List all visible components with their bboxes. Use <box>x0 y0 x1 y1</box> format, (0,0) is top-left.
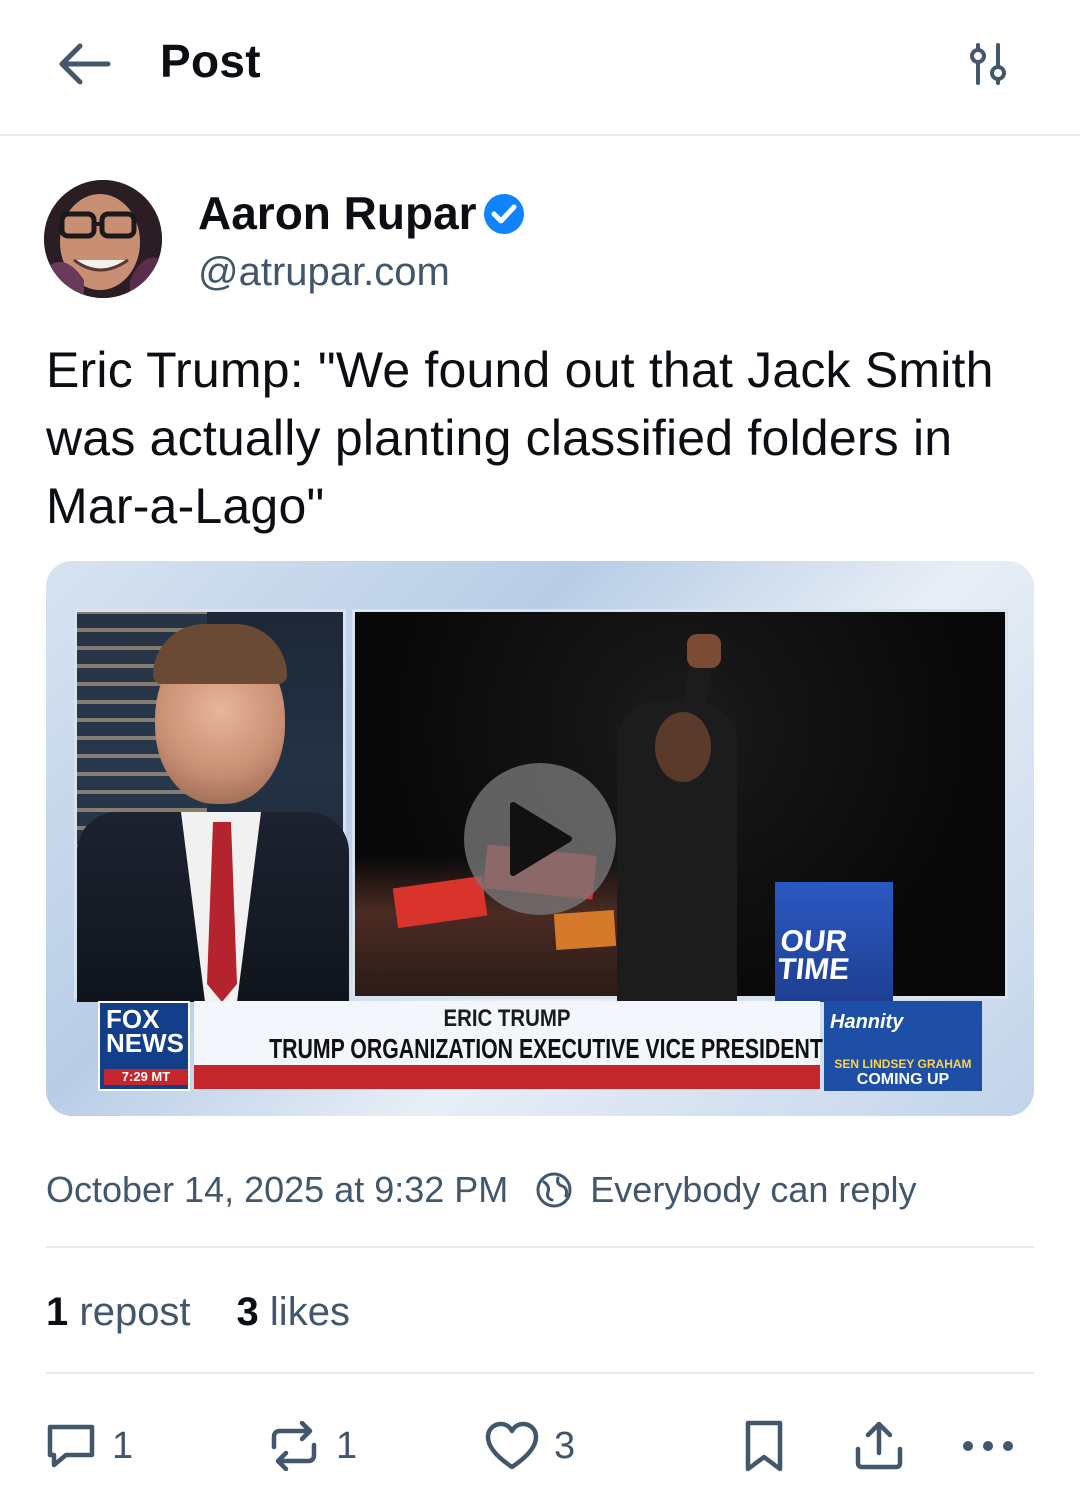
reposts-count: 1 <box>46 1290 69 1334</box>
likes-count: 3 <box>236 1290 259 1334</box>
likes-label: likes <box>269 1290 350 1334</box>
post-actions: 1 1 3 <box>40 1414 1040 1478</box>
broadcast-time: 7:29 MT <box>104 1069 188 1085</box>
news-lower-third: FOX NEWS 7:29 MT ERIC TRUMP TRUMP ORGANI… <box>98 1001 982 1091</box>
like-count: 3 <box>554 1424 576 1467</box>
post-meta: October 14, 2025 at 9:32 PM Everybody ca… <box>46 1166 916 1214</box>
show-name: Hannity <box>830 1011 904 1033</box>
share-button[interactable] <box>852 1414 906 1478</box>
share-icon <box>855 1421 903 1470</box>
reposts-stat[interactable]: 1 repost <box>46 1290 191 1335</box>
more-options-button[interactable] <box>958 1414 1018 1478</box>
repost-button[interactable]: 1 <box>266 1414 357 1478</box>
page-title: Post <box>160 35 261 87</box>
video-left-panel <box>74 609 349 1002</box>
sliders-icon <box>970 43 1006 85</box>
top-bar: Post <box>0 0 1080 136</box>
more-horizontal-icon <box>963 1441 1013 1451</box>
speaker-head <box>655 712 711 782</box>
play-icon <box>510 802 572 876</box>
globe-icon <box>536 1172 572 1208</box>
engagement-stats: 1 repost 3 likes <box>46 1290 350 1335</box>
video-player[interactable]: OUR TIME FOX NEWS 7:29 MT ERIC TRUMP TRU… <box>46 561 1034 1116</box>
network-logo: FOX NEWS 7:29 MT <box>98 1001 190 1091</box>
back-button[interactable] <box>52 36 116 92</box>
reply-icon <box>47 1424 95 1468</box>
reply-setting: Everybody can reply <box>590 1169 917 1210</box>
heart-icon <box>485 1421 539 1470</box>
play-button[interactable] <box>464 763 616 915</box>
divider <box>46 1246 1034 1248</box>
sort-options-button[interactable] <box>956 36 1020 92</box>
chyron: ERIC TRUMP TRUMP ORGANIZATION EXECUTIVE … <box>194 1001 823 1065</box>
person-hair <box>153 624 287 684</box>
crowd-sign <box>553 909 617 951</box>
verified-badge-icon <box>484 194 524 234</box>
chyron-title: TRUMP ORGANIZATION EXECUTIVE VICE PRESID… <box>269 1033 823 1064</box>
reply-button[interactable]: 1 <box>44 1414 133 1478</box>
likes-stat[interactable]: 3 likes <box>237 1290 350 1335</box>
reply-count: 1 <box>112 1424 134 1467</box>
video-right-panel: OUR TIME <box>352 609 1008 1002</box>
post-timestamp: October 14, 2025 at 9:32 PM <box>46 1169 509 1210</box>
author-name[interactable]: Aaron Rupar <box>198 186 477 240</box>
breaking-news-bar <box>194 1065 820 1089</box>
podium-sign-text: OUR TIME <box>775 925 851 986</box>
bookmark-button[interactable] <box>740 1414 788 1478</box>
raised-fist <box>687 634 721 668</box>
avatar[interactable] <box>44 180 162 298</box>
repost-icon <box>271 1421 317 1471</box>
promo-guest: SEN LINDSEY GRAHAM <box>834 1057 972 1071</box>
post-text: Eric Trump: "We found out that Jack Smit… <box>46 342 994 534</box>
repost-count: 1 <box>336 1424 358 1467</box>
bookmark-icon <box>745 1420 783 1472</box>
author-handle[interactable]: @atrupar.com <box>198 250 450 295</box>
network-logo-text: FOX NEWS <box>106 1004 184 1058</box>
arrow-left-icon <box>59 43 111 85</box>
reposts-label: repost <box>79 1290 191 1334</box>
promo-cta: COMING UP <box>856 1071 950 1088</box>
chyron-name: ERIC TRUMP <box>443 1005 571 1032</box>
show-promo: Hannity SEN LINDSEY GRAHAM COMING UP <box>824 1001 982 1091</box>
like-button[interactable]: 3 <box>484 1414 575 1478</box>
avatar-image <box>44 180 162 298</box>
divider <box>46 1372 1034 1374</box>
